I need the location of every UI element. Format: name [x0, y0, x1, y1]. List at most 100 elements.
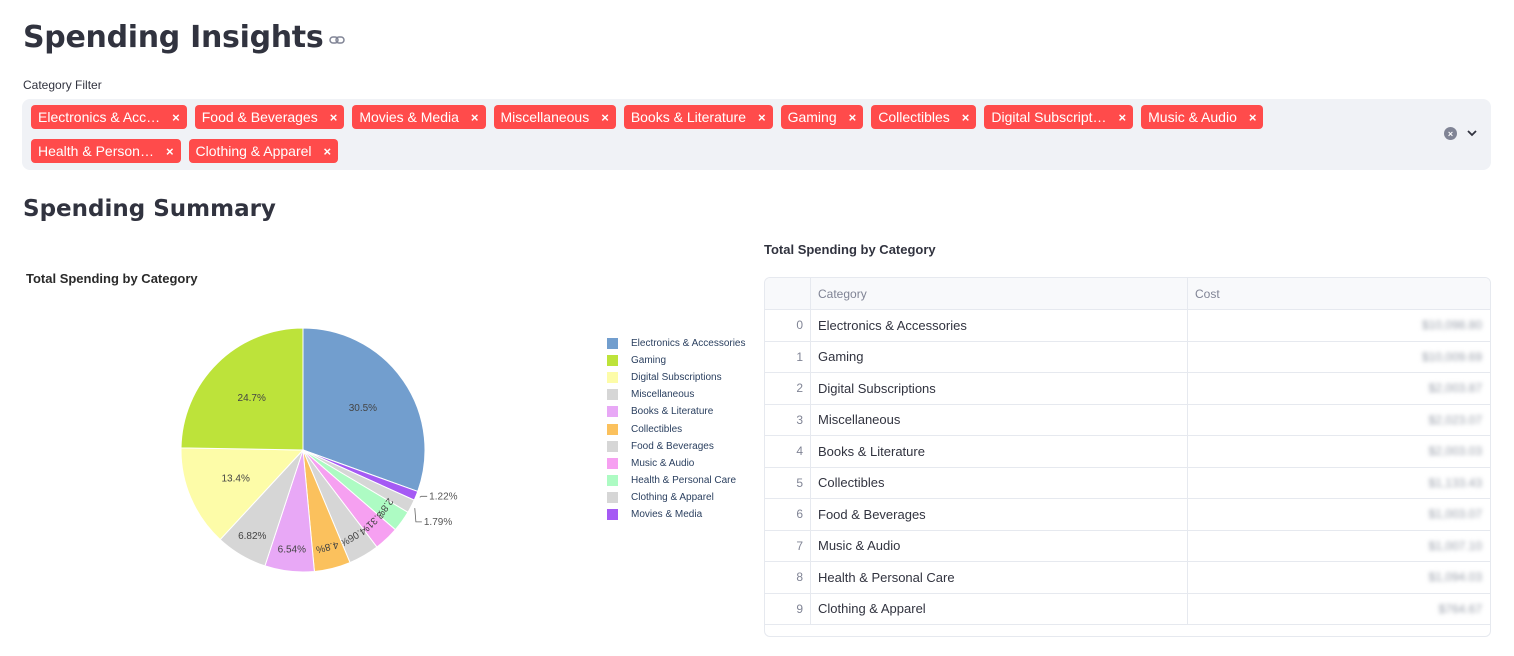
filter-chip-label: Gaming [787, 109, 837, 125]
table-row[interactable]: 3 Miscellaneous $2,023.07 [765, 404, 1490, 436]
legend-item[interactable]: Health & Personal Care [607, 472, 746, 489]
selected-chips: Electronics & Acc… × Food & Beverages × Movi… [31, 105, 1361, 163]
legend-label: Miscellaneous [631, 389, 695, 401]
row-index: 9 [765, 593, 811, 624]
filter-chip[interactable]: Electronics & Acc… × [31, 105, 187, 129]
close-icon[interactable]: × [471, 111, 479, 124]
close-icon[interactable]: × [849, 111, 857, 124]
legend-item[interactable]: Collectibles [607, 420, 746, 437]
filter-chip[interactable]: Books & Literature × [623, 105, 773, 129]
legend-swatch [607, 389, 618, 401]
close-icon[interactable]: × [324, 145, 332, 158]
table-title: Total Spending by Category [764, 242, 936, 257]
row-category: Clothing & Apparel [811, 593, 1188, 624]
close-icon[interactable]: × [172, 111, 180, 124]
row-category: Gaming [811, 341, 1188, 372]
row-category: Food & Beverages [811, 499, 1188, 530]
table-row[interactable]: 8 Health & Personal Care $1,094.03 [765, 562, 1490, 594]
filter-chip[interactable]: Health & Person… × [31, 139, 181, 163]
legend-swatch [607, 423, 618, 435]
row-index: 4 [765, 436, 811, 467]
table-row[interactable]: 1 Gaming $10,009.69 [765, 341, 1490, 373]
legend-item[interactable]: Food & Beverages [607, 438, 746, 455]
legend-item[interactable]: Movies & Media [607, 506, 746, 523]
table-row[interactable]: 2 Digital Subscriptions $2,003.87 [765, 373, 1490, 405]
filter-chip[interactable]: Digital Subscript… × [984, 105, 1134, 129]
legend-label: Books & Literature [631, 406, 714, 418]
filter-chip[interactable]: Gaming × [780, 105, 864, 129]
chevron-down-icon[interactable] [1465, 126, 1479, 140]
row-index: 8 [765, 562, 811, 593]
close-icon[interactable]: × [962, 111, 970, 124]
row-category: Collectibles [811, 467, 1188, 498]
row-category: Music & Audio [811, 530, 1188, 561]
legend-item[interactable]: Miscellaneous [607, 386, 746, 403]
filter-chip[interactable]: Food & Beverages × [194, 105, 345, 129]
row-cost: $2,003.87 [1428, 381, 1482, 396]
close-icon[interactable]: × [166, 145, 174, 158]
filter-chip[interactable]: Music & Audio × [1141, 105, 1264, 129]
legend-label: Movies & Media [631, 508, 703, 520]
spending-table[interactable]: Category Cost 0 Electronics & Accessories… [764, 277, 1491, 637]
legend-label: Digital Subscriptions [631, 372, 722, 384]
clear-all-icon[interactable]: × [1444, 127, 1457, 140]
row-cost: $10,098.80 [1421, 318, 1482, 333]
filter-chip-label: Movies & Media [359, 109, 459, 125]
row-cost-cell: $10,009.69 [1188, 342, 1490, 373]
pie-chart-title: Total Spending by Category [26, 271, 198, 286]
row-cost-cell: $1,094.03 [1188, 562, 1490, 593]
filter-chip-label: Health & Person… [38, 143, 154, 159]
table-row[interactable]: 9 Clothing & Apparel $764.67 [765, 593, 1490, 625]
row-category: Books & Literature [811, 436, 1188, 467]
row-index: 3 [765, 404, 811, 435]
section-title: Spending Summary [23, 196, 276, 222]
row-cost: $764.67 [1438, 601, 1482, 616]
row-cost: $2,023.07 [1428, 412, 1482, 427]
close-icon[interactable]: × [330, 111, 338, 124]
legend-label: Music & Audio [631, 457, 695, 469]
pie-slice-label: 24.7% [238, 393, 266, 404]
legend-item[interactable]: Books & Literature [607, 403, 746, 420]
pie-slice[interactable] [180, 327, 304, 451]
header-index [765, 278, 811, 309]
pie-slice-label: 1.22% [429, 491, 457, 502]
legend-swatch [607, 440, 618, 452]
legend-item[interactable]: Digital Subscriptions [607, 369, 746, 386]
row-category: Miscellaneous [811, 404, 1188, 435]
row-index: 5 [765, 467, 811, 498]
link-icon[interactable] [329, 32, 346, 48]
filter-chip-label: Electronics & Acc… [38, 109, 161, 125]
category-filter-multiselect[interactable]: Electronics & Acc… × Food & Beverages × Movi… [22, 99, 1491, 170]
table-row[interactable]: 7 Music & Audio $1,007.10 [765, 530, 1490, 562]
row-cost-cell: $2,023.07 [1188, 405, 1490, 436]
filter-chip-label: Books & Literature [630, 109, 746, 125]
legend-swatch [607, 457, 618, 469]
close-icon[interactable]: × [758, 111, 766, 124]
pie-slice-label: 6.82% [238, 531, 266, 542]
legend-item[interactable]: Gaming [607, 352, 746, 369]
close-icon[interactable]: × [601, 111, 609, 124]
header-cost[interactable]: Cost [1188, 278, 1490, 309]
row-cost: $10,009.69 [1421, 349, 1482, 364]
legend-label: Health & Personal Care [631, 474, 737, 486]
filter-chip[interactable]: Movies & Media × [352, 105, 486, 129]
legend-item[interactable]: Electronics & Accessories [607, 335, 746, 352]
table-row[interactable]: 4 Books & Literature $2,003.03 [765, 436, 1490, 468]
row-index: 0 [765, 310, 811, 341]
filter-chip[interactable]: Clothing & Apparel × [188, 139, 339, 163]
legend-label: Electronics & Accessories [631, 338, 746, 350]
pie-slice-label: 6.54% [278, 544, 306, 555]
table-row[interactable]: 0 Electronics & Accessories $10,098.80 [765, 310, 1490, 342]
legend-item[interactable]: Clothing & Apparel [607, 489, 746, 506]
close-icon[interactable]: × [1249, 111, 1257, 124]
legend-item[interactable]: Music & Audio [607, 455, 746, 472]
filter-chip[interactable]: Miscellaneous × [493, 105, 616, 129]
close-icon[interactable]: × [1119, 111, 1127, 124]
table-row[interactable]: 6 Food & Beverages $1,003.07 [765, 499, 1490, 531]
legend-swatch [607, 338, 618, 350]
table-row[interactable]: 5 Collectibles $1,133.43 [765, 467, 1490, 499]
pie-slice-label: 13.4% [221, 474, 249, 485]
filter-chip[interactable]: Collectibles × [871, 105, 977, 129]
row-cost: $2,003.03 [1428, 444, 1482, 459]
header-category[interactable]: Category [811, 278, 1188, 309]
